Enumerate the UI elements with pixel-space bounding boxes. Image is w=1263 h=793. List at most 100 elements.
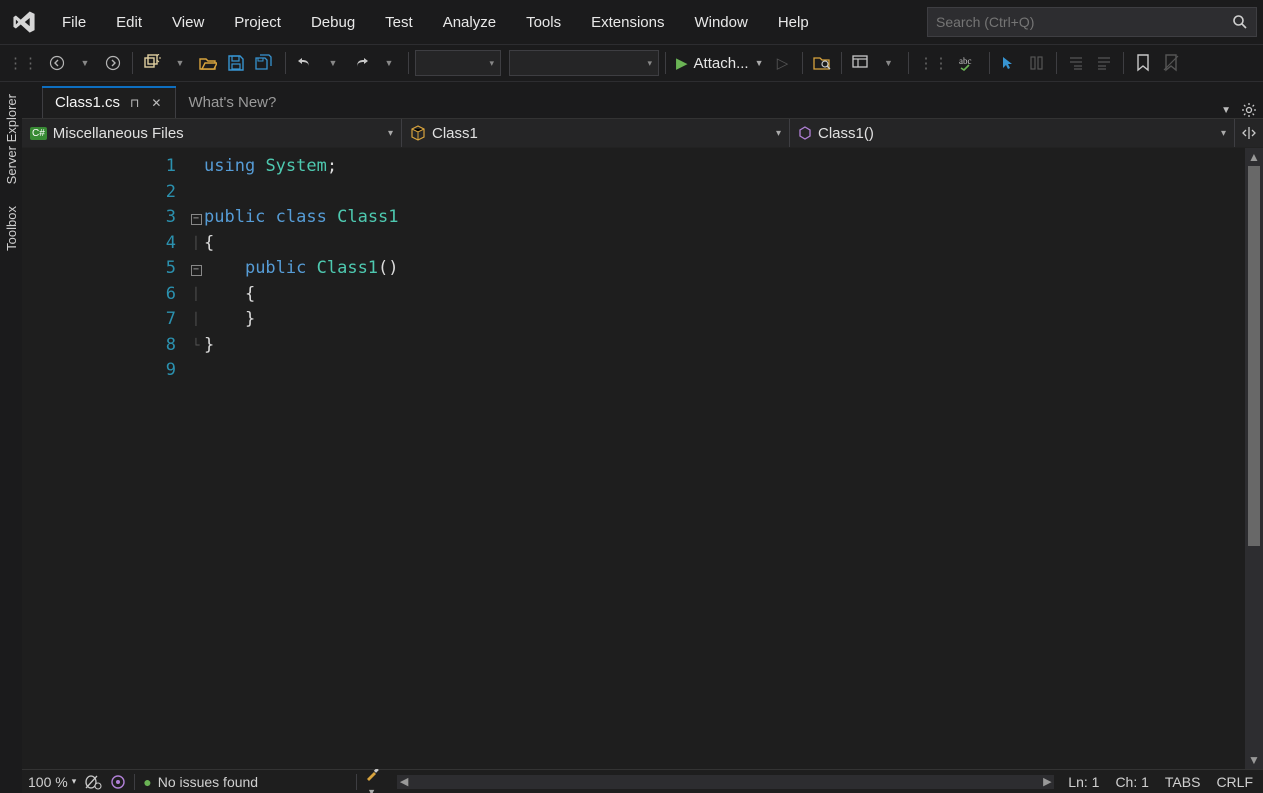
method-icon (798, 126, 812, 140)
server-explorer-tab[interactable]: Server Explorer (4, 92, 19, 186)
split-editor-button[interactable] (1235, 119, 1263, 147)
document-tabstrip: Class1.cs ⊓ ✕ What's New? ▼ (22, 82, 1263, 118)
menu-debug[interactable]: Debug (297, 8, 369, 37)
code-content[interactable]: using System; public class Class1{ publi… (204, 148, 1245, 769)
scroll-thumb[interactable] (1248, 166, 1260, 546)
solution-config-combo[interactable]: ▾ (415, 50, 501, 76)
fold-marker (188, 154, 204, 180)
menu-project[interactable]: Project (220, 8, 295, 37)
code-editor[interactable]: 123456789 −│−││└ using System; public cl… (22, 148, 1263, 769)
save-button[interactable] (223, 50, 249, 76)
new-project-dropdown[interactable]: ▼ (167, 50, 193, 76)
nav-back-dropdown[interactable]: ▼ (72, 50, 98, 76)
type-label: Class1 (432, 125, 478, 142)
code-nav-bar: C# Miscellaneous Files ▾ Class1 ▾ Class1… (22, 118, 1263, 148)
member-combo[interactable]: Class1() ▾ (790, 119, 1235, 147)
menu-analyze[interactable]: Analyze (429, 8, 510, 37)
bookmark-clear-button (1158, 50, 1184, 76)
cursor-line[interactable]: Ln: 1 (1068, 774, 1099, 790)
drag-handle2-icon[interactable]: ⋮⋮ (915, 50, 953, 76)
line-number: 7 (22, 307, 176, 333)
error-lens-icon[interactable] (84, 774, 102, 790)
issues-label: No issues found (158, 774, 258, 790)
fold-marker: │ (188, 231, 204, 257)
comment-out-button (1024, 50, 1050, 76)
menu-view[interactable]: View (158, 8, 218, 37)
search-input[interactable] (936, 14, 1232, 30)
bookmark-button[interactable] (1130, 50, 1156, 76)
nav-back-button[interactable] (44, 50, 70, 76)
issues-indicator[interactable]: ● No issues found (143, 774, 258, 790)
find-in-files-button[interactable] (809, 50, 835, 76)
new-project-button[interactable] (139, 50, 165, 76)
drag-handle-icon[interactable]: ⋮⋮ (4, 50, 42, 76)
spellcheck-button[interactable]: abc (955, 50, 983, 76)
scope-combo[interactable]: C# Miscellaneous Files ▾ (22, 119, 402, 147)
open-file-button[interactable] (195, 50, 221, 76)
window-layout-dropdown[interactable]: ▼ (876, 50, 902, 76)
fold-marker (188, 180, 204, 206)
fold-marker[interactable]: − (188, 256, 204, 282)
line-number: 2 (22, 180, 176, 206)
toolbox-tab[interactable]: Toolbox (4, 204, 19, 253)
scroll-down-arrow[interactable]: ▼ (1245, 753, 1263, 767)
settings-gear-icon[interactable] (1241, 102, 1257, 118)
menu-extensions[interactable]: Extensions (577, 8, 678, 37)
intellicode-icon[interactable] (110, 774, 126, 790)
code-line[interactable] (204, 358, 1245, 384)
menu-tools[interactable]: Tools (512, 8, 575, 37)
close-icon[interactable]: ✕ (149, 94, 163, 112)
code-line[interactable]: public class Class1 (204, 205, 1245, 231)
tab-whats-new[interactable]: What's New? (176, 86, 288, 118)
code-line[interactable]: public Class1() (204, 256, 1245, 282)
redo-button[interactable] (348, 50, 374, 76)
menu-test[interactable]: Test (371, 8, 427, 37)
attach-debugger-button[interactable]: ▶ Attach... ▼ (672, 50, 768, 76)
fold-marker (188, 358, 204, 384)
tab-class1[interactable]: Class1.cs ⊓ ✕ (42, 86, 176, 118)
horizontal-scrollbar[interactable]: ◀ ▶ (397, 775, 1054, 789)
code-line[interactable]: } (204, 333, 1245, 359)
solution-platform-combo[interactable]: ▾ (509, 50, 659, 76)
indent-mode[interactable]: TABS (1165, 774, 1201, 790)
nav-forward-button[interactable] (100, 50, 126, 76)
fold-marker[interactable]: − (188, 205, 204, 231)
menu-edit[interactable]: Edit (102, 8, 156, 37)
vertical-scrollbar[interactable]: ▲ ▼ (1245, 148, 1263, 769)
search-icon (1232, 14, 1248, 30)
menu-window[interactable]: Window (680, 8, 761, 37)
pin-icon[interactable]: ⊓ (128, 94, 141, 112)
scope-label: Miscellaneous Files (53, 125, 184, 142)
fold-column[interactable]: −│−││└ (188, 148, 204, 769)
hscroll-right-arrow[interactable]: ▶ (1040, 775, 1054, 789)
line-ending-mode[interactable]: CRLF (1216, 774, 1253, 790)
menu-help[interactable]: Help (764, 8, 823, 37)
line-number: 9 (22, 358, 176, 384)
line-number: 6 (22, 282, 176, 308)
save-all-button[interactable] (251, 50, 279, 76)
cursor-select-button[interactable] (996, 50, 1022, 76)
cursor-char[interactable]: Ch: 1 (1115, 774, 1148, 790)
code-line[interactable]: { (204, 231, 1245, 257)
code-line[interactable] (204, 180, 1245, 206)
line-number: 3 (22, 205, 176, 231)
code-line[interactable]: } (204, 307, 1245, 333)
search-box[interactable] (927, 7, 1257, 37)
zoom-combo[interactable]: 100 % ▾ (28, 774, 76, 790)
type-combo[interactable]: Class1 ▾ (402, 119, 790, 147)
redo-dropdown[interactable]: ▼ (376, 50, 402, 76)
scroll-up-arrow[interactable]: ▲ (1245, 150, 1263, 164)
undo-dropdown[interactable]: ▼ (320, 50, 346, 76)
menu-file[interactable]: File (48, 8, 100, 37)
screwdriver-icon[interactable]: ▼ (365, 766, 383, 793)
tab-overflow-dropdown[interactable]: ▼ (1221, 105, 1231, 116)
hscroll-left-arrow[interactable]: ◀ (397, 775, 411, 789)
indent-button (1063, 50, 1089, 76)
fold-marker: └ (188, 333, 204, 359)
code-line[interactable]: { (204, 282, 1245, 308)
undo-button[interactable] (292, 50, 318, 76)
code-line[interactable]: using System; (204, 154, 1245, 180)
side-channel: Server Explorer Toolbox (0, 82, 22, 793)
window-layout-button[interactable] (848, 50, 874, 76)
line-number: 8 (22, 333, 176, 359)
